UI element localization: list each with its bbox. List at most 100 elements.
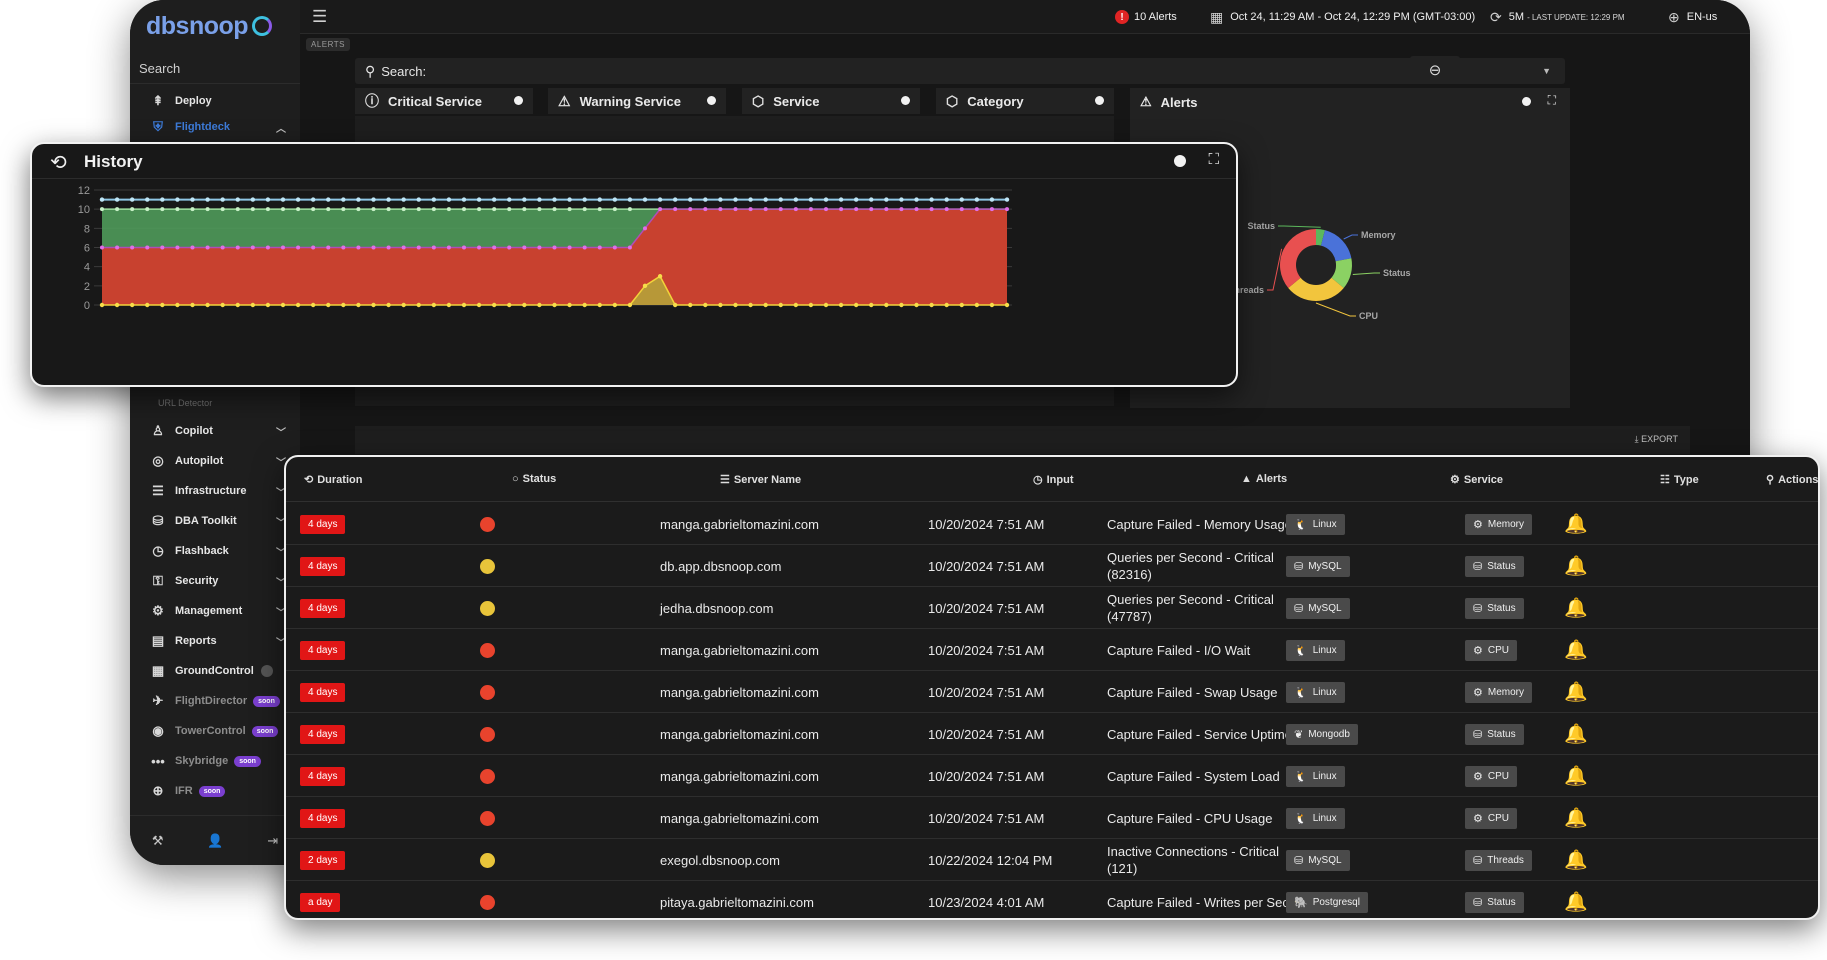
sidebar-item-security[interactable]: ⚿ Security ﹀	[130, 567, 300, 595]
table-row[interactable]: a day pitaya.gabrieltomazini.com 10/23/202…	[286, 881, 1818, 918]
data-point	[114, 302, 120, 308]
data-point	[899, 302, 904, 308]
sidebar-sub-url-detector[interactable]: URL Detector	[158, 398, 212, 408]
table-row[interactable]: 4 days manga.gabrieltomazini.com 10/20/202…	[286, 713, 1818, 755]
sidebar-item-autopilot[interactable]: ◎ Autopilot ﹀	[130, 447, 300, 475]
column-header-type[interactable]: ☷ Type	[1660, 473, 1699, 487]
sidebar-item-flashback[interactable]: ◷ Flashback ﹀	[130, 537, 300, 565]
column-header-status[interactable]: ○ Status	[512, 473, 556, 485]
data-point	[356, 207, 361, 212]
table-row[interactable]: 4 days db.app.dbsnoop.com 10/20/2024 7:51 …	[286, 545, 1818, 587]
expand-icon[interactable]: ⛶	[1208, 151, 1219, 168]
bell-icon[interactable]: 🔔	[1564, 848, 1588, 872]
donut-slice[interactable]	[1320, 230, 1352, 262]
service-label: Linux	[1312, 644, 1337, 656]
sidebar-item-towercontrol[interactable]: ◉ TowerControl soon	[130, 717, 300, 745]
bell-icon[interactable]: 🔔	[1564, 722, 1588, 746]
table-row[interactable]: 4 days manga.gabrieltomazini.com 10/20/202…	[286, 629, 1818, 671]
sidebar-search[interactable]: Search	[130, 54, 300, 84]
sidebar-item-skybridge[interactable]: ••• Skybridge soon	[130, 747, 300, 775]
server-name[interactable]: pitaya.gabrieltomazini.com	[660, 881, 814, 918]
sidebar-item-label: IFR	[175, 785, 193, 797]
column-header-alerts[interactable]: ▲ Alerts	[1241, 473, 1287, 485]
bell-icon[interactable]: 🔔	[1564, 512, 1588, 536]
server-name[interactable]: exegol.dbsnoop.com	[660, 839, 780, 881]
filter-status-dot[interactable]	[901, 96, 910, 105]
bell-icon[interactable]: 🔔	[1564, 680, 1588, 704]
bell-icon[interactable]: 🔔	[1564, 554, 1588, 578]
table-row[interactable]: 4 days manga.gabrieltomazini.com 10/20/202…	[286, 755, 1818, 797]
donut-slice[interactable]	[1280, 229, 1316, 288]
filter-card-service[interactable]: ⬡ Service	[742, 88, 920, 114]
sidebar-item-dba-toolkit[interactable]: ⛁ DBA Toolkit ﹀	[130, 507, 300, 535]
history-status-dot[interactable]	[1174, 155, 1186, 167]
table-row[interactable]: 4 days manga.gabrieltomazini.com 10/20/202…	[286, 671, 1818, 713]
search-input[interactable]: ⚲ Search: ▼	[355, 58, 1565, 84]
sidebar-item-flightdeck[interactable]: ⛨ Flightdeck ︿	[130, 113, 300, 141]
collapse-filters-button[interactable]: ⊖	[1410, 56, 1460, 84]
sidebar-item-reports[interactable]: ▤ Reports ﹀	[130, 627, 300, 655]
server-name[interactable]: manga.gabrieltomazini.com	[660, 755, 819, 797]
table-row[interactable]: 4 days jedha.dbsnoop.com 10/20/2024 7:51 A…	[286, 587, 1818, 629]
filter-status-dot[interactable]	[514, 96, 523, 105]
table-row[interactable]: 2 days exegol.dbsnoop.com 10/22/2024 12:04…	[286, 839, 1818, 881]
sidebar-item-flightdirector[interactable]: ✈ FlightDirector soon	[130, 687, 300, 715]
data-point	[824, 207, 828, 212]
donut-slice-label: CPU	[1359, 311, 1378, 321]
sidebar-item-ifr[interactable]: ⊕ IFR soon	[130, 777, 300, 805]
refresh-interval-button[interactable]: ⟳ 5M - LAST UPDATE: 12:29 PM	[1490, 6, 1625, 28]
server-name[interactable]: manga.gabrieltomazini.com	[660, 797, 819, 839]
data-point	[386, 197, 391, 202]
logout-icon[interactable]: ⇥	[267, 833, 278, 849]
filter-status-dot[interactable]	[707, 96, 716, 105]
sidebar-item-label: FlightDirector	[175, 695, 248, 707]
bell-icon[interactable]: 🔔	[1564, 638, 1588, 662]
brand-logo[interactable]: dbsnoop	[146, 12, 273, 41]
server-name[interactable]: manga.gabrieltomazini.com	[660, 713, 819, 755]
filter-card-label: Service	[773, 93, 820, 109]
donut-slice[interactable]	[1288, 277, 1344, 301]
alerts-panel-status-dot[interactable]	[1522, 97, 1531, 106]
column-header-duration[interactable]: ⟲ Duration	[304, 473, 362, 487]
table-row[interactable]: 4 days manga.gabrieltomazini.com 10/20/202…	[286, 503, 1818, 545]
column-header-actions[interactable]: ⚲ Actions	[1766, 473, 1818, 487]
sidebar-item-management[interactable]: ⚙ Management ﹀	[130, 597, 300, 625]
tools-icon[interactable]: ⚒	[152, 833, 164, 849]
caret-down-icon[interactable]: ▼	[1542, 66, 1551, 76]
data-point	[401, 245, 406, 250]
server-name[interactable]: manga.gabrieltomazini.com	[660, 629, 819, 671]
sidebar-item-groundcontrol[interactable]: ▦ GroundControl	[130, 657, 300, 685]
alerts-count-button[interactable]: ! 10 Alerts	[1115, 6, 1177, 28]
server-name[interactable]: manga.gabrieltomazini.com	[660, 503, 819, 545]
filter-status-dot[interactable]	[1095, 96, 1104, 105]
column-header-input[interactable]: ◷ Input	[1033, 473, 1074, 487]
language-selector[interactable]: ⊕ EN-us	[1668, 6, 1717, 28]
expand-icon[interactable]: ⛶	[1548, 93, 1556, 108]
filter-card-category[interactable]: ⬡ Category	[936, 88, 1114, 114]
bell-icon[interactable]: 🔔	[1564, 596, 1588, 620]
filter-card-critical-service[interactable]: ⓘ Critical Service	[355, 88, 533, 114]
server-name[interactable]: db.app.dbsnoop.com	[660, 545, 781, 587]
bell-icon[interactable]: 🔔	[1564, 764, 1588, 788]
filter-card-warning-service[interactable]: ⚠ Warning Service	[548, 88, 726, 114]
server-name[interactable]: manga.gabrieltomazini.com	[660, 671, 819, 713]
hamburger-menu-icon[interactable]: ☰	[312, 7, 327, 27]
data-point	[476, 302, 482, 308]
sidebar-item-copilot[interactable]: ♙ Copilot ﹀	[130, 417, 300, 445]
sidebar-item-infrastructure[interactable]: ☰ Infrastructure ﹀	[130, 477, 300, 505]
bell-icon[interactable]: 🔔	[1564, 806, 1588, 830]
data-point	[265, 197, 271, 202]
bell-icon[interactable]: 🔔	[1564, 890, 1588, 914]
filter-card-label: Warning Service	[579, 93, 681, 109]
table-row[interactable]: 4 days manga.gabrieltomazini.com 10/20/202…	[286, 797, 1818, 839]
column-header-service[interactable]: ⚙ Service	[1450, 473, 1503, 487]
user-icon[interactable]: 👤	[207, 833, 223, 849]
data-point	[326, 302, 331, 308]
sidebar-item-deploy[interactable]: ⇞ Deploy	[130, 87, 300, 115]
column-header-server[interactable]: ☰ Server Name	[720, 473, 801, 487]
groundcontrol-toggle[interactable]	[260, 665, 273, 677]
export-button[interactable]: ⤓ EXPORT	[1635, 434, 1678, 445]
server-name[interactable]: jedha.dbsnoop.com	[660, 587, 773, 629]
data-point	[326, 207, 331, 212]
date-range-picker[interactable]: ▦ Oct 24, 11:29 AM - Oct 24, 12:29 PM (GM…	[1210, 6, 1475, 28]
